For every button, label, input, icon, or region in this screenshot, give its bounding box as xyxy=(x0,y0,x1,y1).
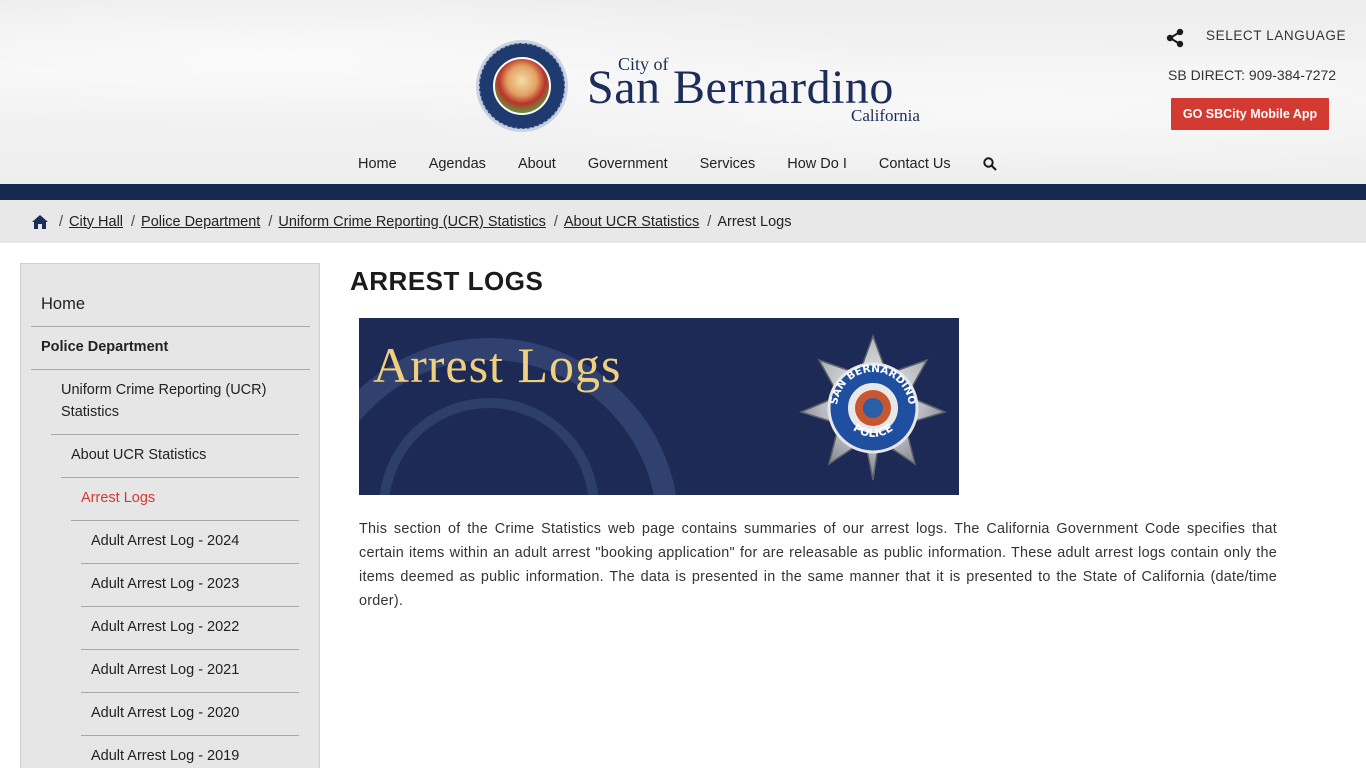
city-seal-logo[interactable] xyxy=(476,40,568,132)
sidebar-item-about-ucr[interactable]: About UCR Statistics xyxy=(71,447,206,463)
sidebar-divider xyxy=(71,520,299,521)
sidebar-item-home[interactable]: Home xyxy=(41,295,85,314)
logo-city-name[interactable]: San Bernardino xyxy=(587,60,894,115)
sidebar-item-ucr-line2[interactable]: Statistics xyxy=(61,404,119,420)
nav-about[interactable]: About xyxy=(518,156,556,172)
sidebar-item-ucr-line1[interactable]: Uniform Crime Reporting (UCR) xyxy=(61,382,266,398)
breadcrumb-city-hall[interactable]: City Hall xyxy=(69,214,123,230)
nav-agendas[interactable]: Agendas xyxy=(429,156,486,172)
mobile-app-button[interactable]: GO SBCity Mobile App xyxy=(1171,98,1329,130)
home-icon[interactable] xyxy=(31,214,49,230)
sidebar-divider xyxy=(31,326,310,327)
banner-title: Arrest Logs xyxy=(373,337,622,393)
sidebar-divider xyxy=(81,649,299,650)
nav-home[interactable]: Home xyxy=(358,156,397,172)
page-title: ARREST LOGS xyxy=(350,266,544,296)
header-divider-bar xyxy=(0,184,1366,200)
arrest-logs-banner: Arrest Logs SAN BERNARDINO POLICE xyxy=(359,318,959,495)
logo-state[interactable]: California xyxy=(851,106,920,126)
sidebar-item-log-2024[interactable]: Adult Arrest Log - 2024 xyxy=(91,533,239,549)
main-nav: Home Agendas About Government Services H… xyxy=(358,154,997,174)
sidebar-divider xyxy=(81,735,299,736)
share-icon[interactable] xyxy=(1165,28,1185,48)
sidebar-divider xyxy=(31,369,310,370)
sidebar-divider xyxy=(81,606,299,607)
select-language-link[interactable]: SELECT LANGUAGE xyxy=(1206,28,1346,43)
sidebar-item-log-2020[interactable]: Adult Arrest Log - 2020 xyxy=(91,705,239,721)
breadcrumb: / City Hall / Police Department / Unifor… xyxy=(0,200,1366,243)
sidebar-item-log-2022[interactable]: Adult Arrest Log - 2022 xyxy=(91,619,239,635)
sidebar-item-police-department[interactable]: Police Department xyxy=(41,339,168,355)
sidebar-divider xyxy=(51,434,299,435)
page-body-text: This section of the Crime Statistics web… xyxy=(359,521,1277,609)
sidebar-item-log-2021[interactable]: Adult Arrest Log - 2021 xyxy=(91,662,239,678)
sidebar-divider xyxy=(81,692,299,693)
breadcrumb-police-department[interactable]: Police Department xyxy=(141,214,260,230)
breadcrumb-about-ucr[interactable]: About UCR Statistics xyxy=(564,214,699,230)
nav-how-do-i[interactable]: How Do I xyxy=(787,156,847,172)
sidebar-item-log-2023[interactable]: Adult Arrest Log - 2023 xyxy=(91,576,239,592)
sb-direct-phone[interactable]: SB DIRECT: 909-384-7272 xyxy=(1168,67,1336,83)
sidebar-divider xyxy=(81,563,299,564)
breadcrumb-current: Arrest Logs xyxy=(717,213,792,230)
nav-government[interactable]: Government xyxy=(588,156,668,172)
nav-services[interactable]: Services xyxy=(700,156,756,172)
sidebar-item-arrest-logs[interactable]: Arrest Logs xyxy=(81,490,155,506)
police-badge-icon: SAN BERNARDINO POLICE xyxy=(799,334,947,481)
sidebar-divider xyxy=(61,477,299,478)
breadcrumb-ucr-statistics[interactable]: Uniform Crime Reporting (UCR) Statistics xyxy=(278,214,546,230)
search-icon[interactable] xyxy=(982,157,997,171)
sidebar-item-log-2019[interactable]: Adult Arrest Log - 2019 xyxy=(91,748,239,764)
nav-contact-us[interactable]: Contact Us xyxy=(879,156,951,172)
